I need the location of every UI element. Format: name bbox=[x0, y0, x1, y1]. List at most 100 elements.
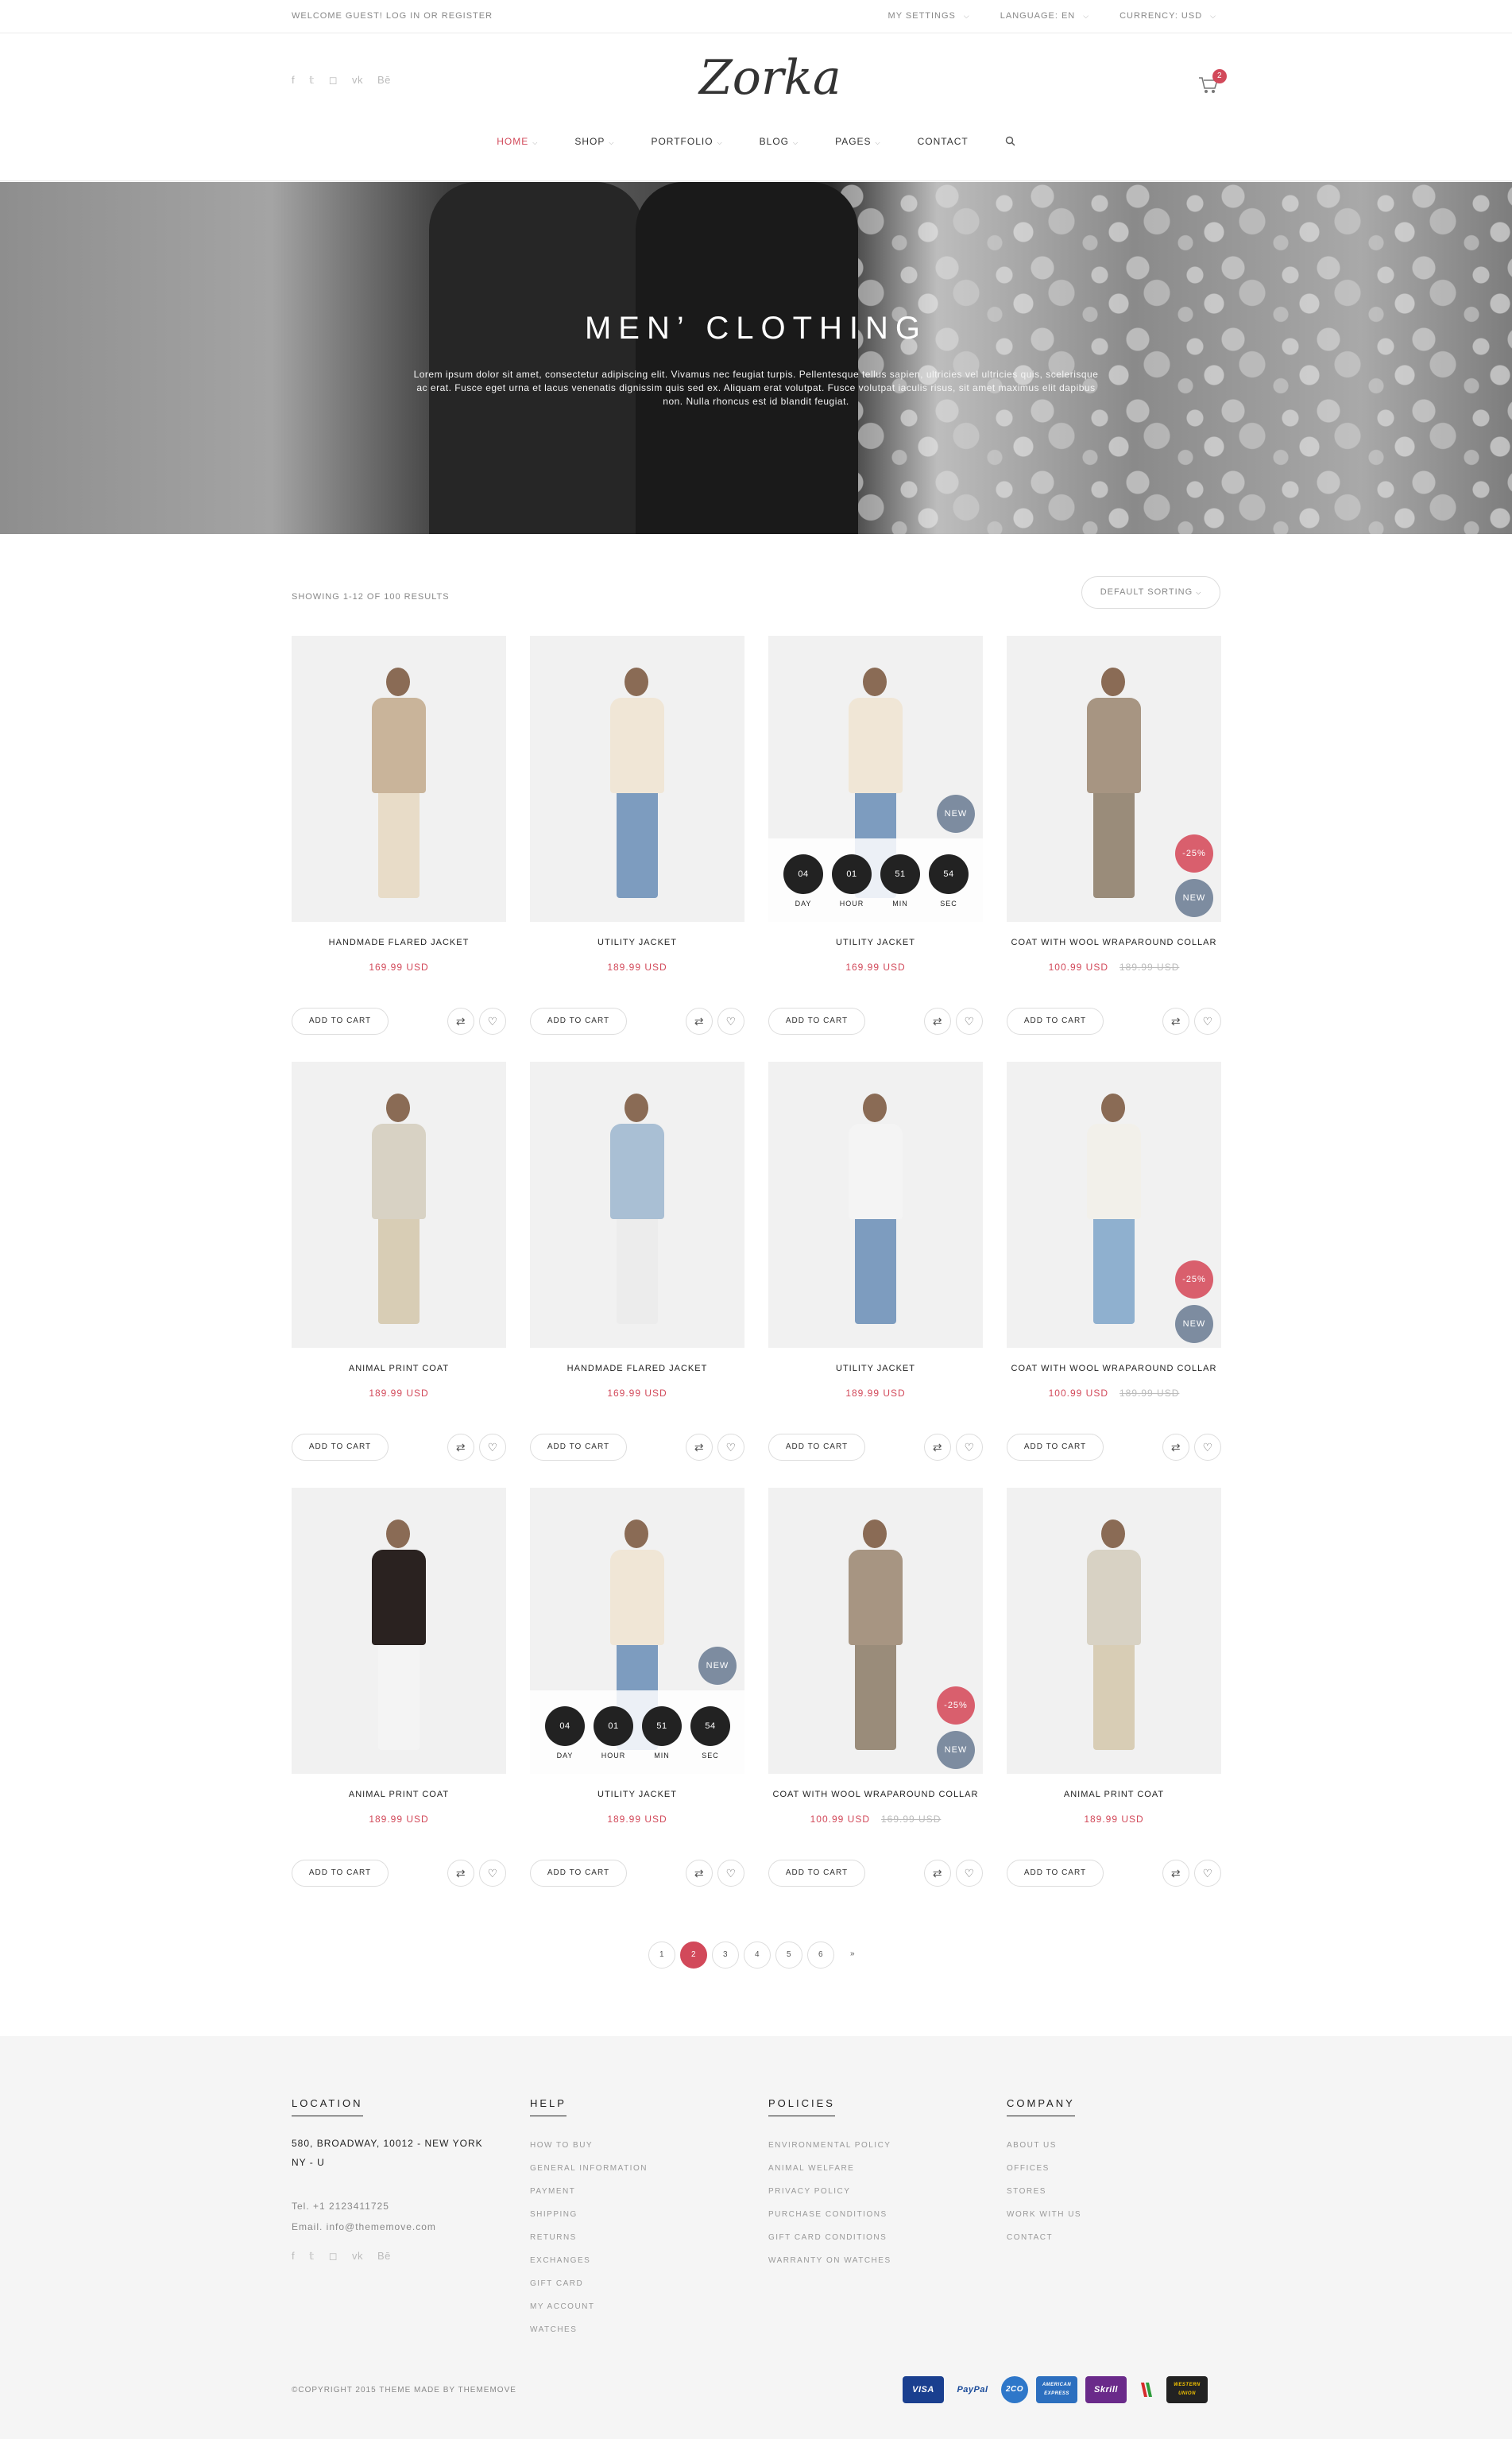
add-to-cart-button[interactable]: ADD TO CART bbox=[292, 1860, 389, 1887]
behance-icon[interactable]: Bē bbox=[377, 74, 391, 87]
vk-icon[interactable]: vk bbox=[352, 74, 363, 87]
compare-icon[interactable]: ⇄ bbox=[924, 1860, 951, 1887]
compare-icon[interactable]: ⇄ bbox=[686, 1860, 713, 1887]
add-to-cart-button[interactable]: ADD TO CART bbox=[530, 1008, 627, 1035]
wishlist-heart-icon[interactable]: ♡ bbox=[479, 1008, 506, 1035]
product-image[interactable] bbox=[530, 636, 744, 922]
page-link[interactable]: 4 bbox=[744, 1942, 771, 1969]
product-name[interactable]: ANIMAL PRINT COAT bbox=[1007, 1790, 1221, 1799]
footer-link[interactable]: SHIPPING bbox=[530, 2203, 648, 2226]
product-image[interactable]: -25% NEW bbox=[768, 1488, 983, 1774]
wishlist-heart-icon[interactable]: ♡ bbox=[717, 1434, 744, 1461]
product-name[interactable]: HANDMADE FLARED JACKET bbox=[530, 1364, 744, 1373]
footer-link[interactable]: HOW TO BUY bbox=[530, 2134, 648, 2157]
footer-link[interactable]: EXCHANGES bbox=[530, 2249, 648, 2272]
add-to-cart-button[interactable]: ADD TO CART bbox=[1007, 1434, 1104, 1461]
add-to-cart-button[interactable]: ADD TO CART bbox=[292, 1434, 389, 1461]
add-to-cart-button[interactable]: ADD TO CART bbox=[1007, 1860, 1104, 1887]
footer-link[interactable]: WORK WITH US bbox=[1007, 2203, 1081, 2226]
footer-link[interactable]: WATCHES bbox=[530, 2318, 648, 2341]
compare-icon[interactable]: ⇄ bbox=[686, 1434, 713, 1461]
add-to-cart-button[interactable]: ADD TO CART bbox=[530, 1860, 627, 1887]
compare-icon[interactable]: ⇄ bbox=[447, 1008, 474, 1035]
product-image[interactable]: 04 DAY 01 HOUR 51 MIN 54 SEC NEW bbox=[530, 1488, 744, 1774]
page-link[interactable]: 5 bbox=[775, 1942, 802, 1969]
nav-home[interactable]: HOME ⌵ bbox=[497, 136, 538, 149]
product-image[interactable] bbox=[768, 1062, 983, 1348]
compare-icon[interactable]: ⇄ bbox=[686, 1008, 713, 1035]
product-card[interactable]: ANIMAL PRINT COAT 189.99 USD ADD TO CART ⇄ ♡ bbox=[292, 1488, 506, 1889]
product-card[interactable]: HANDMADE FLARED JACKET 169.99 USD ADD TO C… bbox=[292, 636, 506, 1037]
currency-dropdown[interactable]: CURRENCY: USD ⌵ bbox=[1119, 11, 1216, 21]
footer-link[interactable]: OFFICES bbox=[1007, 2157, 1081, 2180]
product-card[interactable]: UTILITY JACKET 189.99 USD ADD TO CART ⇄ ♡ bbox=[768, 1062, 983, 1463]
add-to-cart-button[interactable]: ADD TO CART bbox=[292, 1008, 389, 1035]
add-to-cart-button[interactable]: ADD TO CART bbox=[530, 1434, 627, 1461]
instagram-icon[interactable]: ◻ bbox=[329, 2250, 338, 2263]
nav-pages[interactable]: PAGES ⌵ bbox=[835, 136, 881, 149]
footer-link[interactable]: GIFT CARD CONDITIONS bbox=[768, 2226, 891, 2249]
sorting-dropdown[interactable]: DEFAULT SORTING ⌵ bbox=[1081, 576, 1220, 609]
product-image[interactable]: -25% NEW bbox=[1007, 1062, 1221, 1348]
compare-icon[interactable]: ⇄ bbox=[1162, 1008, 1189, 1035]
product-name[interactable]: COAT WITH WOOL WRAPAROUND COLLAR bbox=[768, 1790, 983, 1799]
product-image[interactable]: 04 DAY 01 HOUR 51 MIN 54 SEC NEW bbox=[768, 636, 983, 922]
page-link[interactable]: 6 bbox=[807, 1942, 834, 1969]
add-to-cart-button[interactable]: ADD TO CART bbox=[768, 1008, 865, 1035]
product-card[interactable]: ANIMAL PRINT COAT 189.99 USD ADD TO CART ⇄ ♡ bbox=[292, 1062, 506, 1463]
instagram-icon[interactable]: ◻ bbox=[329, 74, 338, 87]
product-card[interactable]: -25% NEW COAT WITH WOOL WRAPAROUND COLLAR 1… bbox=[1007, 636, 1221, 1037]
page-link[interactable]: 1 bbox=[648, 1942, 675, 1969]
footer-link[interactable]: STORES bbox=[1007, 2180, 1081, 2203]
footer-email[interactable]: Email. info@thememove.com bbox=[292, 2216, 498, 2237]
product-name[interactable]: HANDMADE FLARED JACKET bbox=[292, 938, 506, 947]
product-image[interactable] bbox=[1007, 1488, 1221, 1774]
product-name[interactable]: COAT WITH WOOL WRAPAROUND COLLAR bbox=[1007, 1364, 1221, 1373]
wishlist-heart-icon[interactable]: ♡ bbox=[479, 1434, 506, 1461]
footer-link[interactable]: WARRANTY ON WATCHES bbox=[768, 2249, 891, 2272]
footer-link[interactable]: ANIMAL WELFARE bbox=[768, 2157, 891, 2180]
vk-icon[interactable]: vk bbox=[352, 2250, 363, 2263]
wishlist-heart-icon[interactable]: ♡ bbox=[1194, 1860, 1221, 1887]
footer-link[interactable]: PRIVACY POLICY bbox=[768, 2180, 891, 2203]
footer-link[interactable]: GENERAL INFORMATION bbox=[530, 2157, 648, 2180]
nav-portfolio[interactable]: PORTFOLIO ⌵ bbox=[651, 136, 722, 149]
footer-link[interactable]: MY ACCOUNT bbox=[530, 2295, 648, 2318]
product-card[interactable]: 04 DAY 01 HOUR 51 MIN 54 SEC NEW UTILITY JACKET 18… bbox=[530, 1488, 744, 1889]
site-logo[interactable]: Zorka bbox=[699, 50, 841, 115]
footer-link[interactable]: ABOUT US bbox=[1007, 2134, 1081, 2157]
compare-icon[interactable]: ⇄ bbox=[1162, 1434, 1189, 1461]
add-to-cart-button[interactable]: ADD TO CART bbox=[768, 1860, 865, 1887]
compare-icon[interactable]: ⇄ bbox=[447, 1434, 474, 1461]
add-to-cart-button[interactable]: ADD TO CART bbox=[768, 1434, 865, 1461]
wishlist-heart-icon[interactable]: ♡ bbox=[717, 1860, 744, 1887]
search-icon[interactable] bbox=[1005, 136, 1015, 149]
my-settings-dropdown[interactable]: MY SETTINGS ⌵ bbox=[888, 11, 970, 21]
product-image[interactable] bbox=[292, 1488, 506, 1774]
wishlist-heart-icon[interactable]: ♡ bbox=[1194, 1434, 1221, 1461]
product-image[interactable] bbox=[292, 1062, 506, 1348]
wishlist-heart-icon[interactable]: ♡ bbox=[479, 1860, 506, 1887]
twitter-icon[interactable]: 𝕥 bbox=[309, 2250, 315, 2263]
product-card[interactable]: -25% NEW COAT WITH WOOL WRAPAROUND COLLAR 1… bbox=[1007, 1062, 1221, 1463]
product-name[interactable]: ANIMAL PRINT COAT bbox=[292, 1790, 506, 1799]
nav-contact[interactable]: CONTACT bbox=[918, 136, 969, 149]
footer-link[interactable]: RETURNS bbox=[530, 2226, 648, 2249]
product-card[interactable]: -25% NEW COAT WITH WOOL WRAPAROUND COLLAR 1… bbox=[768, 1488, 983, 1889]
product-image[interactable]: -25% NEW bbox=[1007, 636, 1221, 922]
footer-link[interactable]: ENVIRONMENTAL POLICY bbox=[768, 2134, 891, 2157]
compare-icon[interactable]: ⇄ bbox=[1162, 1860, 1189, 1887]
footer-link[interactable]: GIFT CARD bbox=[530, 2272, 648, 2295]
wishlist-heart-icon[interactable]: ♡ bbox=[717, 1008, 744, 1035]
twitter-icon[interactable]: 𝕥 bbox=[309, 74, 315, 87]
product-name[interactable]: UTILITY JACKET bbox=[768, 1364, 983, 1373]
nav-blog[interactable]: BLOG ⌵ bbox=[760, 136, 799, 149]
product-card[interactable]: 04 DAY 01 HOUR 51 MIN 54 SEC NEW UTILITY JACKET 16… bbox=[768, 636, 983, 1037]
product-name[interactable]: COAT WITH WOOL WRAPAROUND COLLAR bbox=[1007, 938, 1221, 947]
product-card[interactable]: HANDMADE FLARED JACKET 169.99 USD ADD TO C… bbox=[530, 1062, 744, 1463]
product-name[interactable]: UTILITY JACKET bbox=[530, 938, 744, 947]
footer-link[interactable]: PURCHASE CONDITIONS bbox=[768, 2203, 891, 2226]
wishlist-heart-icon[interactable]: ♡ bbox=[1194, 1008, 1221, 1035]
add-to-cart-button[interactable]: ADD TO CART bbox=[1007, 1008, 1104, 1035]
wishlist-heart-icon[interactable]: ♡ bbox=[956, 1434, 983, 1461]
